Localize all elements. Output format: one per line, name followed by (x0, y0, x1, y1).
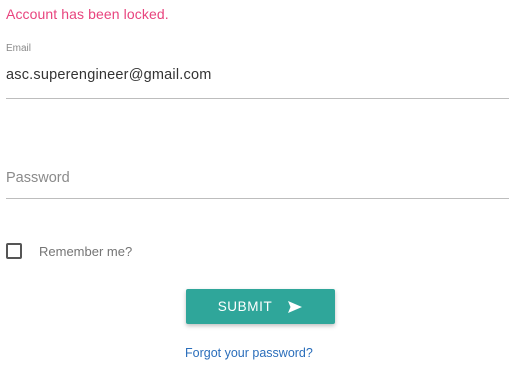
remember-me-label: Remember me? (39, 243, 133, 259)
email-underline (6, 98, 509, 99)
submit-label: SUBMIT (217, 299, 273, 314)
login-form: Account has been locked. Email asc.super… (0, 0, 510, 365)
password-field[interactable] (6, 166, 506, 190)
email-field[interactable]: asc.superengineer@gmail.com (6, 67, 212, 83)
password-underline (6, 198, 509, 199)
remember-me-row[interactable]: Remember me? (6, 243, 132, 259)
submit-button[interactable]: SUBMIT (186, 289, 335, 324)
email-label: Email (6, 43, 32, 54)
account-locked-alert: Account has been locked. (6, 6, 169, 22)
forgot-password-link[interactable]: Forgot your password? (185, 346, 313, 360)
send-icon (287, 300, 303, 314)
remember-me-checkbox[interactable] (6, 243, 22, 259)
